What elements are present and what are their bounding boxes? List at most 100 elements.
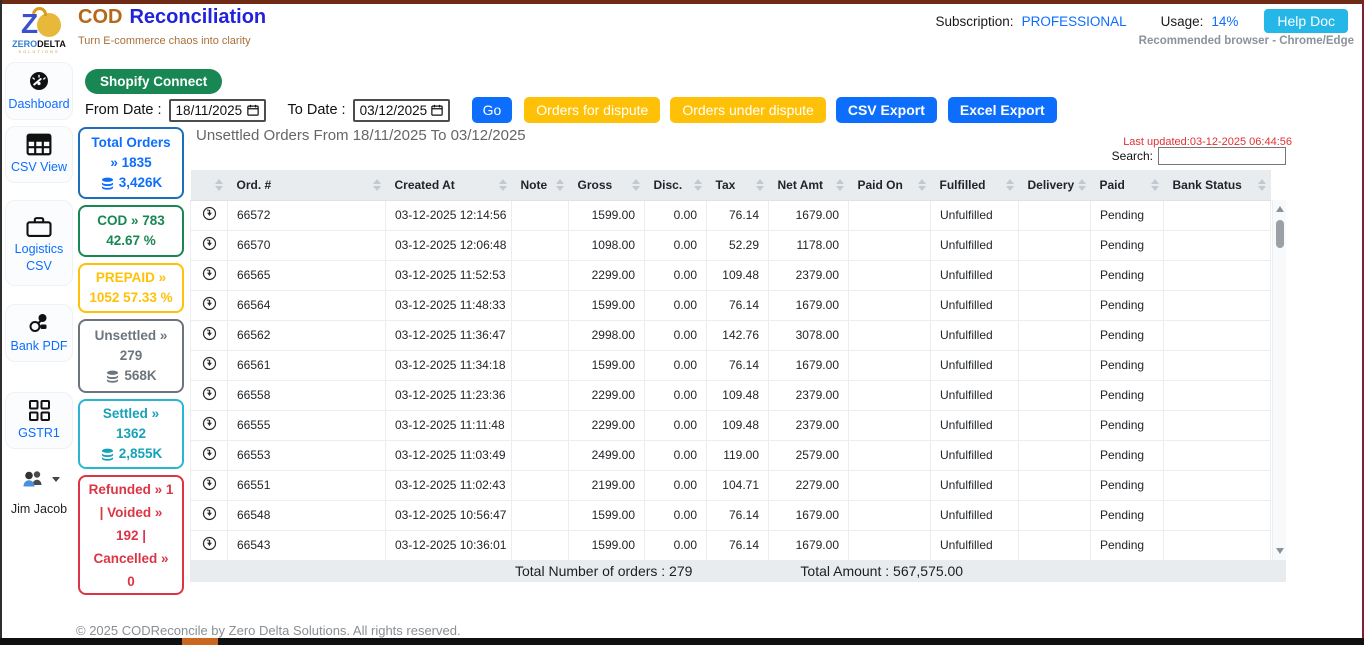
column-header-disc[interactable]: Disc. xyxy=(645,170,707,200)
from-date-input[interactable]: 18/11/2025 xyxy=(169,99,266,122)
download-order-icon[interactable] xyxy=(202,356,217,371)
cell-paid-on xyxy=(849,200,931,230)
download-order-icon[interactable] xyxy=(202,236,217,251)
sidebar-item-label: GSTR1 xyxy=(18,425,60,442)
cell-fulfilled: Unfulfilled xyxy=(931,290,1019,320)
card-cod[interactable]: COD » 783 42.67 % xyxy=(78,205,184,257)
sidebar-item-gstr1[interactable]: GSTR1 xyxy=(5,392,73,449)
app-logo[interactable]: Z ZERODELTA SOLUTIONS xyxy=(10,6,68,59)
cell-note xyxy=(512,350,569,380)
sidebar-item-logistics-csv[interactable]: Logistics CSV xyxy=(5,200,73,286)
shopify-connect-button[interactable]: Shopify Connect xyxy=(85,69,222,94)
cell-paid: Pending xyxy=(1091,350,1164,380)
column-header-paid[interactable]: Paid xyxy=(1091,170,1164,200)
cell-bank-status xyxy=(1164,440,1271,470)
cell-download xyxy=(191,350,228,380)
table-row: 6656203-12-2025 11:36:472998.000.00142.7… xyxy=(191,320,1271,350)
download-order-icon[interactable] xyxy=(202,386,217,401)
column-header-icon[interactable] xyxy=(191,170,228,200)
cell-delivery xyxy=(1019,230,1091,260)
card-total-orders[interactable]: Total Orders » 1835 3,426K xyxy=(78,127,184,199)
cell-delivery xyxy=(1019,260,1091,290)
scrollbar-thumb[interactable] xyxy=(1276,220,1284,248)
download-order-icon[interactable] xyxy=(202,296,217,311)
column-header-created-at[interactable]: Created At xyxy=(386,170,512,200)
cell-bank-status xyxy=(1164,260,1271,290)
download-order-icon[interactable] xyxy=(202,416,217,431)
download-order-icon[interactable] xyxy=(202,266,217,281)
cell-net-amount: 1679.00 xyxy=(769,530,849,560)
cell-bank-status xyxy=(1164,530,1271,560)
download-order-icon[interactable] xyxy=(202,476,217,491)
cell-order-number: 66543 xyxy=(228,530,386,560)
to-date-input[interactable]: 03/12/2025 xyxy=(353,99,450,122)
cell-net-amount: 2379.00 xyxy=(769,410,849,440)
column-header-net-amt[interactable]: Net Amt xyxy=(769,170,849,200)
column-header-ord[interactable]: Ord. # xyxy=(228,170,386,200)
orders-table-region: Ord. #Created AtNoteGrossDisc.TaxNet Amt… xyxy=(190,170,1286,561)
users-icon xyxy=(18,468,60,490)
help-doc-button[interactable]: Help Doc xyxy=(1264,9,1348,33)
column-header-bank-status[interactable]: Bank Status xyxy=(1164,170,1271,200)
download-order-icon[interactable] xyxy=(202,536,217,551)
card-line: Refunded » 1 xyxy=(89,478,174,501)
cell-gross: 1599.00 xyxy=(569,500,645,530)
excel-export-button[interactable]: Excel Export xyxy=(948,97,1057,123)
scrollbar-up-arrow-icon[interactable] xyxy=(1276,206,1284,212)
sort-arrows-icon xyxy=(1078,179,1086,191)
cell-delivery xyxy=(1019,200,1091,230)
download-order-icon[interactable] xyxy=(202,326,217,341)
cell-delivery xyxy=(1019,440,1091,470)
go-button[interactable]: Go xyxy=(472,97,513,123)
table-row: 6655303-12-2025 11:03:492499.000.00119.0… xyxy=(191,440,1271,470)
card-amount: 3,426K xyxy=(119,173,163,193)
csv-export-button[interactable]: CSV Export xyxy=(836,97,937,123)
column-header-fulfilled[interactable]: Fulfilled xyxy=(931,170,1019,200)
cell-bank-status xyxy=(1164,470,1271,500)
card-settled[interactable]: Settled » 1362 2,855K xyxy=(78,399,184,469)
column-header-note[interactable]: Note xyxy=(512,170,569,200)
orders-for-dispute-button[interactable]: Orders for dispute xyxy=(524,97,660,123)
column-header-delivery[interactable]: Delivery xyxy=(1019,170,1091,200)
calendar-icon[interactable] xyxy=(247,104,259,116)
cell-discount: 0.00 xyxy=(645,470,707,500)
card-line: Cancelled » xyxy=(93,547,168,570)
column-header-gross[interactable]: Gross xyxy=(569,170,645,200)
card-count: 1362 xyxy=(116,424,146,444)
orders-under-dispute-button[interactable]: Orders under dispute xyxy=(670,97,826,123)
sidebar-item-bank-pdf[interactable]: Bank PDF xyxy=(5,304,73,362)
search-input[interactable] xyxy=(1158,147,1286,165)
column-header-paid-on[interactable]: Paid On xyxy=(849,170,931,200)
cell-fulfilled: Unfulfilled xyxy=(931,230,1019,260)
cell-bank-status xyxy=(1164,500,1271,530)
download-order-icon[interactable] xyxy=(202,446,217,461)
sidebar-item-csv-view[interactable]: CSV View xyxy=(5,126,73,183)
sort-arrows-icon xyxy=(215,179,223,191)
cell-paid: Pending xyxy=(1091,410,1164,440)
cell-paid: Pending xyxy=(1091,320,1164,350)
card-prepaid[interactable]: PREPAID » 1052 57.33 % xyxy=(78,263,184,313)
card-amount: 2,855K xyxy=(119,444,163,464)
table-scrollbar[interactable] xyxy=(1272,200,1286,560)
cell-net-amount: 1679.00 xyxy=(769,290,849,320)
cell-created-at: 03-12-2025 11:52:53 xyxy=(386,260,512,290)
dashboard-gauge-icon xyxy=(26,69,52,93)
card-refunded-voided-cancelled[interactable]: Refunded » 1 | Voided » 192 | Cancelled … xyxy=(78,475,184,595)
sidebar-user-menu[interactable]: Jim Jacob xyxy=(5,462,73,522)
scrollbar-down-arrow-icon[interactable] xyxy=(1276,548,1284,554)
cell-paid-on xyxy=(849,500,931,530)
usage-value: 14% xyxy=(1211,14,1238,29)
usage-label: Usage: xyxy=(1161,14,1204,29)
download-order-icon[interactable] xyxy=(202,506,217,521)
cell-gross: 1599.00 xyxy=(569,200,645,230)
download-order-icon[interactable] xyxy=(202,206,217,221)
sidebar-item-dashboard[interactable]: Dashboard xyxy=(5,62,73,120)
to-date-label: To Date : xyxy=(288,102,346,118)
cell-net-amount: 1178.00 xyxy=(769,230,849,260)
card-unsettled[interactable]: Unsettled » 279 568K xyxy=(78,319,184,393)
calendar-icon[interactable] xyxy=(431,104,443,116)
cell-paid: Pending xyxy=(1091,290,1164,320)
cell-created-at: 03-12-2025 11:02:43 xyxy=(386,470,512,500)
column-header-tax[interactable]: Tax xyxy=(707,170,769,200)
cell-paid: Pending xyxy=(1091,200,1164,230)
